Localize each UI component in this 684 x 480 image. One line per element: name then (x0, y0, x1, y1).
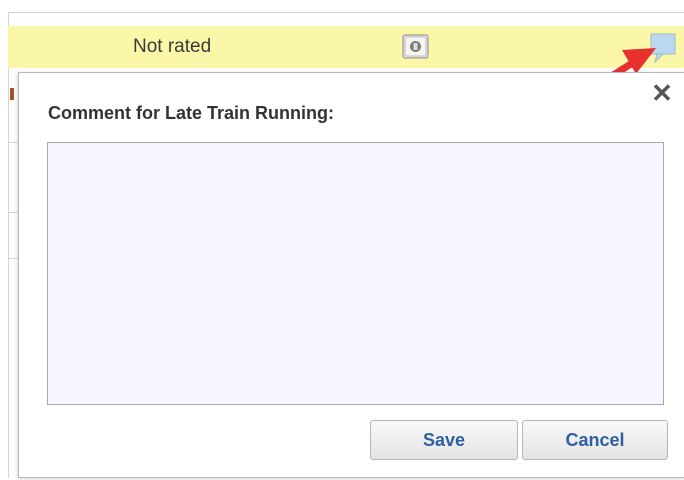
cancel-button[interactable]: Cancel (522, 420, 668, 460)
dialog-title: Comment for Late Train Running: (48, 103, 334, 123)
rating-status-text: Not rated (133, 36, 212, 57)
table-left-border (8, 12, 9, 478)
comment-textarea[interactable] (47, 142, 664, 405)
rating-tag-icon[interactable] (402, 34, 429, 59)
page: Not rated ✕ Comment for Late Train Runni… (0, 0, 684, 480)
table-top-border (8, 12, 684, 13)
save-button[interactable]: Save (370, 420, 518, 460)
close-icon[interactable]: ✕ (651, 80, 673, 106)
row-marker (10, 88, 14, 100)
